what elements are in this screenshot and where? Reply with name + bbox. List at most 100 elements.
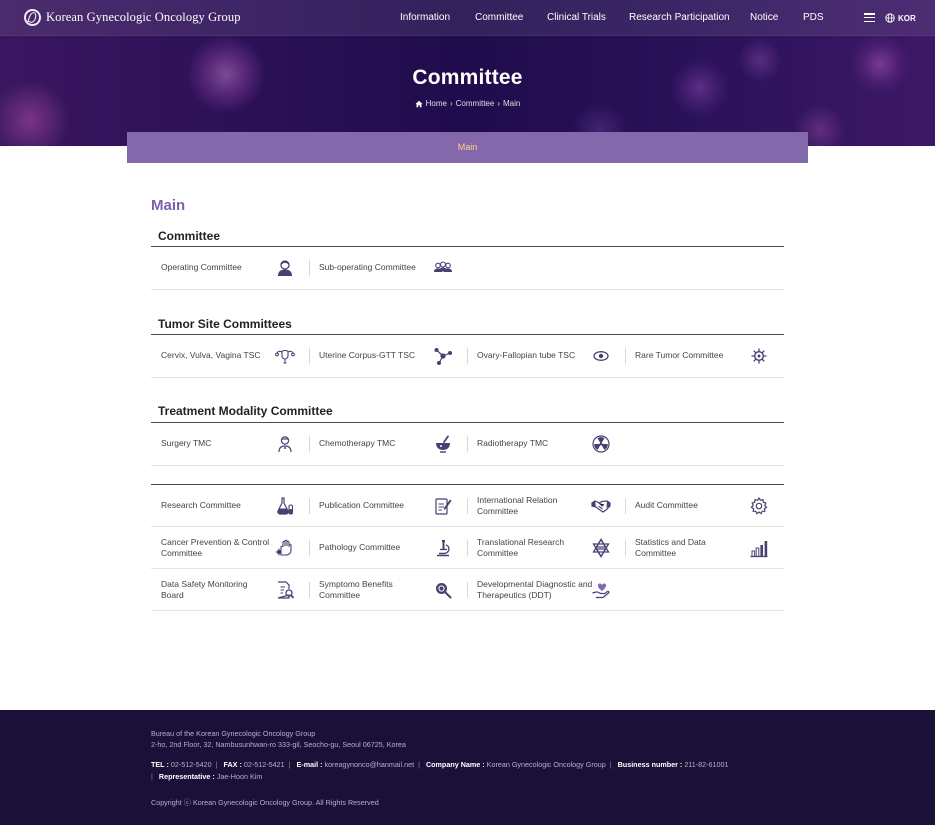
hamburger-menu-icon[interactable] (864, 13, 875, 22)
bar-chart-icon (750, 541, 768, 558)
committee-label: Research Committee (161, 500, 241, 511)
committee-item-translational[interactable]: Translational Research Committee (467, 527, 625, 569)
committee-item-cervix[interactable]: Cervix, Vulva, Vagina TSC (151, 335, 309, 377)
report-search-icon (277, 581, 295, 599)
column-divider (309, 582, 310, 598)
row-divider (151, 377, 784, 378)
committee-item-data-safety[interactable]: Data Safety Monitoring Board (151, 569, 309, 611)
committee-item-research[interactable]: Research Committee (151, 485, 309, 527)
committee-label: Publication Committee (319, 500, 405, 511)
committee-item-ovary[interactable]: Ovary-Fallopian tube TSC (467, 335, 625, 377)
committee-label: Symptomo Benefits Committee (319, 578, 393, 601)
committee-item-publication[interactable]: Publication Committee (309, 485, 467, 527)
committee-item-surgery[interactable]: Surgery TMC (151, 423, 309, 465)
nav-clinical-trials[interactable]: Clinical Trials (547, 12, 606, 23)
section-title-committee: Committee (158, 229, 221, 243)
gear-icon (750, 496, 768, 515)
magnifier-icon (436, 583, 452, 599)
committee-label: International Relation Committee (477, 494, 558, 517)
committee-item-symptomo[interactable]: Symptomo Benefits Committee (309, 569, 467, 611)
committee-item-chemotherapy[interactable]: Chemotherapy TMC (309, 423, 467, 465)
footer-email[interactable]: koreagynonco@hanmail.net (324, 760, 414, 769)
committee-label: Radiotherapy TMC (477, 438, 549, 449)
footer-representative-label: Representative : (158, 772, 215, 781)
committee-item-pathology[interactable]: Pathology Committee (309, 527, 467, 569)
surgeon-icon (278, 436, 292, 453)
committee-item-uterine-corpus[interactable]: Uterine Corpus-GTT TSC (309, 335, 467, 377)
footer-representative: Jae-Hoon Kim (216, 772, 263, 781)
committee-item-sub-operating[interactable]: Sub-operating Committee (309, 247, 467, 289)
committee-item-rare-tumor[interactable]: Rare Tumor Committee (625, 335, 783, 377)
column-divider (309, 260, 310, 276)
logo-icon (24, 9, 41, 26)
committee-label: Pathology Committee (319, 542, 401, 553)
footer-copyright: Copyright ⓒ Korean Gynecologic Oncology … (151, 798, 379, 807)
mortar-icon (436, 435, 450, 453)
doctor-icon (278, 260, 292, 276)
committee-item-statistics[interactable]: Statistics and Data Committee (625, 527, 783, 569)
nav-information[interactable]: Information (400, 12, 450, 23)
sub-tab-bar: Main (127, 132, 808, 163)
footer-fax: 02-512-5421 (243, 760, 285, 769)
breadcrumb: Home › Committee › Main (0, 99, 935, 108)
site-logo[interactable]: Korean Gynecologic Oncology Group (24, 9, 241, 26)
column-divider (625, 498, 626, 514)
committee-item-cancer-prevention[interactable]: Cancer Prevention & Control Committee (151, 527, 309, 569)
star-of-life-icon (592, 538, 610, 558)
handshake-icon (591, 500, 611, 513)
document-edit-icon (435, 498, 452, 515)
section-title-treatment-modality: Treatment Modality Committee (158, 404, 333, 418)
committee-label: Uterine Corpus-GTT TSC (319, 350, 416, 361)
footer-business-number: 211-82-61001 (684, 760, 729, 769)
committee-label: Cancer Prevention & Control Committee (161, 536, 270, 559)
footer-company: Korean Gynecologic Oncology Group (486, 760, 606, 769)
column-divider (625, 540, 626, 556)
hero-banner: Korean Gynecologic Oncology Group Inform… (0, 0, 935, 146)
logo-text: Korean Gynecologic Oncology Group (46, 10, 241, 24)
committee-label: Translational Research Committee (477, 536, 565, 559)
globe-icon (885, 13, 895, 23)
content-title: Main (151, 197, 186, 214)
flask-icon (277, 497, 294, 515)
committee-label: Data Safety Monitoring Board (161, 578, 248, 601)
committee-item-international[interactable]: International Relation Committee (467, 485, 625, 527)
committee-item-developmental[interactable]: Developmental Diagnostic and Therapeutic… (467, 569, 625, 611)
committee-label: Sub-operating Committee (319, 262, 416, 273)
nav-committee[interactable]: Committee (475, 12, 523, 23)
committee-label: Operating Committee (161, 262, 242, 273)
language-switch[interactable]: KOR (885, 13, 916, 23)
column-divider (309, 540, 310, 556)
committee-item-operating[interactable]: Operating Committee (151, 247, 309, 289)
hand-shield-icon (275, 539, 292, 556)
eye-icon (593, 351, 609, 361)
uterus-icon (275, 349, 295, 364)
nav-notice[interactable]: Notice (750, 12, 778, 23)
column-divider (625, 348, 626, 364)
committee-label: Audit Committee (635, 500, 698, 511)
column-divider (467, 498, 468, 514)
footer-bureau: Bureau of the Korean Gynecologic Oncolog… (151, 729, 316, 738)
breadcrumb-home[interactable]: Home (426, 99, 447, 108)
column-divider (467, 582, 468, 598)
committee-label: Chemotherapy TMC (319, 438, 396, 449)
molecule-icon (434, 348, 452, 365)
footer-address: 2-ho, 2nd Floor, 32, Nambusunhwan-ro 333… (151, 740, 406, 749)
virus-icon (751, 348, 767, 364)
column-divider (309, 498, 310, 514)
breadcrumb-main[interactable]: Main (503, 99, 520, 108)
committee-item-audit[interactable]: Audit Committee (625, 485, 783, 527)
nav-pds[interactable]: PDS (803, 12, 824, 23)
group-icon (434, 261, 452, 272)
committee-label: Surgery TMC (161, 438, 212, 449)
breadcrumb-committee[interactable]: Committee (456, 99, 495, 108)
committee-item-radiotherapy[interactable]: Radiotherapy TMC (467, 423, 625, 465)
committee-label: Developmental Diagnostic and Therapeutic… (477, 578, 593, 601)
chevron-right-icon: › (449, 99, 453, 108)
home-icon (415, 100, 423, 107)
footer-company-label: Company Name : (425, 760, 485, 769)
row-divider (151, 289, 784, 290)
footer-tel-label: TEL : (151, 760, 169, 769)
row-divider (151, 610, 784, 611)
tab-main[interactable]: Main (127, 142, 808, 152)
nav-research-participation[interactable]: Research Participation (629, 12, 730, 23)
